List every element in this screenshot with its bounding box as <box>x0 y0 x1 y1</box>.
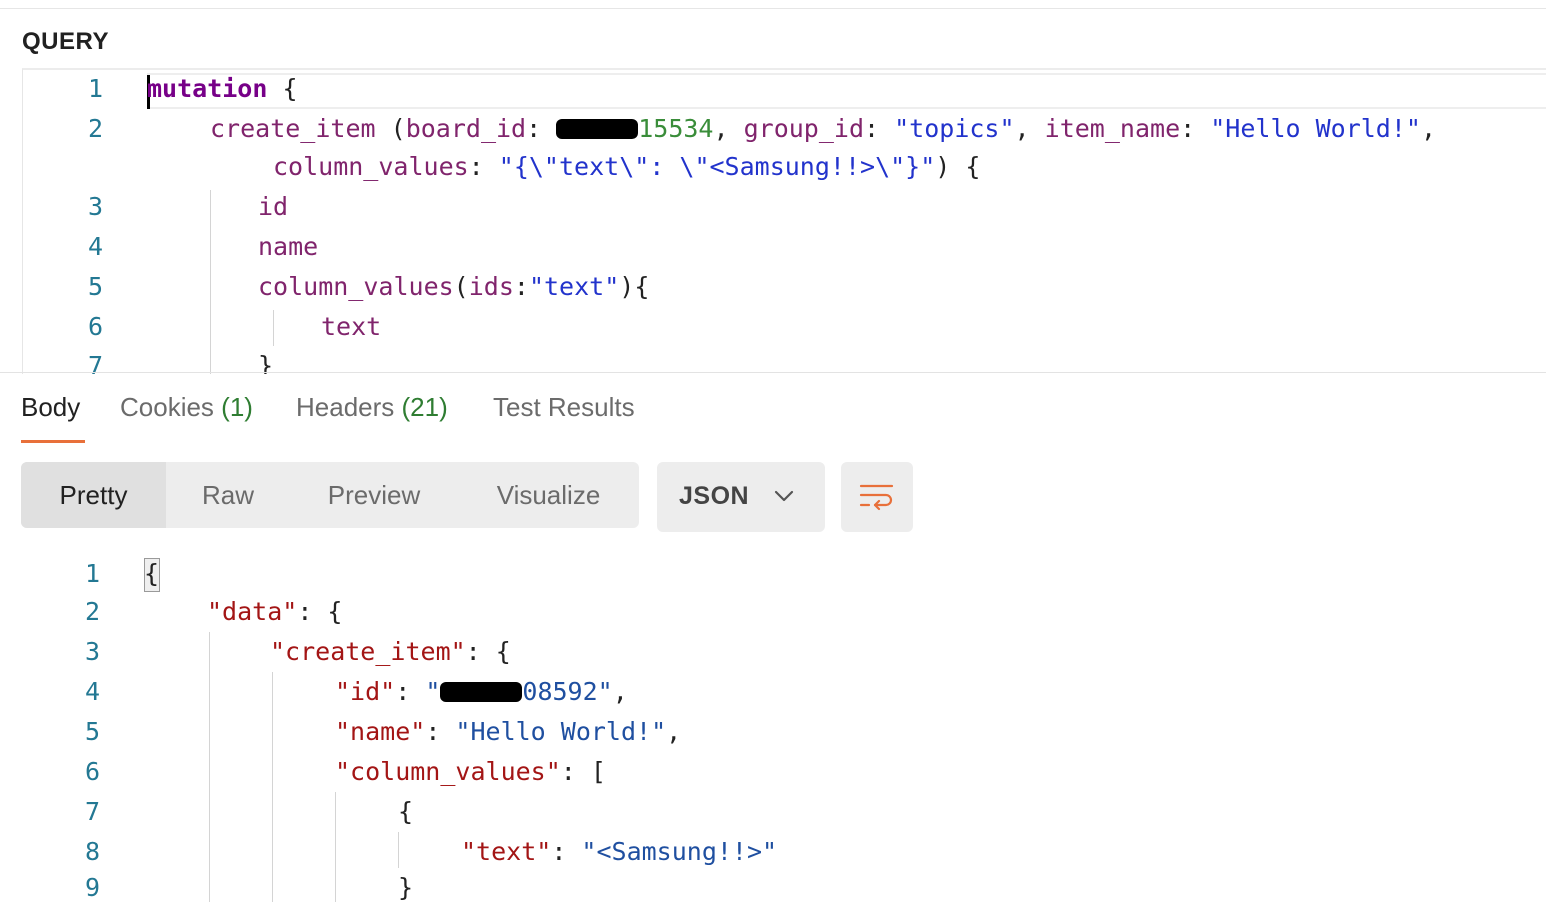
editor-divider[interactable] <box>0 372 1546 373</box>
response-body-viewer[interactable]: 1 2 3 4 5 6 7 8 9 { "data": { "create_it… <box>0 550 1546 913</box>
tab-headers[interactable]: Headers (21) <box>296 392 448 423</box>
view-mode-toggle: Pretty Raw Preview Visualize <box>21 462 639 528</box>
line-number: 3 <box>87 192 103 221</box>
line-number: 5 <box>84 717 100 746</box>
top-divider <box>0 8 1546 9</box>
line-number: 8 <box>84 837 100 866</box>
line-number: 6 <box>84 757 100 786</box>
code-line-7: } <box>258 351 274 374</box>
line-number: 1 <box>84 559 100 588</box>
json-line-1: { <box>144 559 160 588</box>
line-number: 1 <box>87 74 103 103</box>
chevron-down-icon <box>774 490 794 502</box>
view-visualize-button[interactable]: Visualize <box>458 462 639 528</box>
line-number: 7 <box>84 797 100 826</box>
line-number: 9 <box>84 873 100 902</box>
json-line-8: "text": "<Samsung!!>" <box>461 837 778 866</box>
line-number: 4 <box>84 677 100 706</box>
current-line-highlight <box>147 73 1546 109</box>
indent-guide <box>210 190 211 374</box>
json-line-5: "name": "Hello World!", <box>335 717 682 746</box>
view-pretty-button[interactable]: Pretty <box>21 462 166 528</box>
redacted-board-id <box>556 119 639 139</box>
wrap-lines-button[interactable] <box>841 462 913 532</box>
tab-cookies[interactable]: Cookies (1) <box>120 392 253 423</box>
line-number: 7 <box>87 351 103 374</box>
code-line-6: text <box>321 312 382 341</box>
line-number: 2 <box>87 114 103 143</box>
indent-guide <box>273 310 274 346</box>
tab-test-results[interactable]: Test Results <box>493 392 635 423</box>
line-number: 2 <box>84 597 100 626</box>
line-number: 5 <box>87 272 103 301</box>
query-editor[interactable]: 1 2 3 4 5 6 7 mutation { create_item (bo… <box>22 68 1546 374</box>
view-preview-button[interactable]: Preview <box>290 462 458 528</box>
indent-guide <box>335 792 336 902</box>
format-dropdown[interactable]: JSON <box>657 462 825 532</box>
json-line-9: } <box>398 873 414 902</box>
code-line-4: name <box>258 232 319 261</box>
code-line-2-wrap: column_values: "{\"text\": \"<Samsung!!>… <box>273 152 981 181</box>
redacted-item-id <box>440 682 523 702</box>
code-line-3: id <box>258 192 289 221</box>
active-tab-indicator <box>21 440 85 443</box>
wrap-lines-icon <box>859 484 894 511</box>
json-line-6: "column_values": [ <box>335 757 606 786</box>
json-line-7: { <box>398 797 414 826</box>
json-line-4: "id": " 08592", <box>335 677 628 706</box>
line-number: 3 <box>84 637 100 666</box>
query-section-label: QUERY <box>22 28 109 55</box>
code-line-2: create_item (board_id: 15534, group_id: … <box>210 114 1437 143</box>
line-number: 6 <box>87 312 103 341</box>
code-line-1: mutation { <box>147 74 298 103</box>
json-line-2: "data": { <box>207 597 343 626</box>
code-line-5: column_values(ids:"text"){ <box>258 272 650 301</box>
indent-guide <box>272 672 273 902</box>
tab-body[interactable]: Body <box>21 392 80 423</box>
indent-guide <box>398 832 399 868</box>
format-dropdown-value: JSON <box>679 482 750 510</box>
json-line-3: "create_item": { <box>270 637 511 666</box>
view-raw-button[interactable]: Raw <box>166 462 290 528</box>
indent-guide <box>209 632 210 902</box>
line-number: 4 <box>87 232 103 261</box>
